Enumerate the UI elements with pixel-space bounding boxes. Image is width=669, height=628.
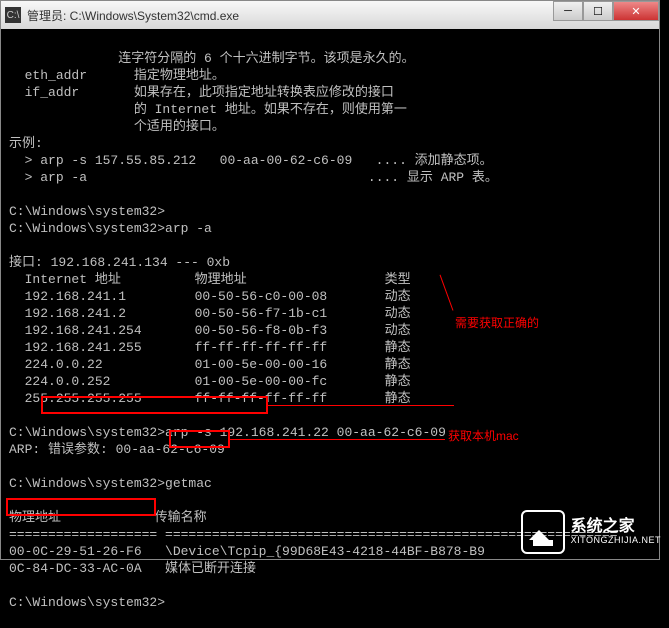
example2-desc: .... 显示 ARP 表。 [368, 170, 498, 185]
arp-type: 动态 [385, 322, 411, 339]
arp-type: 静态 [385, 339, 411, 356]
arp-mac: 01-00-5e-00-00-16 [195, 356, 385, 373]
arp-hdr-type: 类型 [385, 271, 411, 288]
arp-mac: 01-00-5e-00-00-fc [195, 373, 385, 390]
eth-addr-label: eth_addr [25, 68, 87, 83]
titlebar[interactable]: C:\ 管理员: C:\Windows\System32\cmd.exe ─ ☐… [1, 1, 659, 29]
arp-error: ARP: 错误参数: 00-aa-62-c6-09 [9, 442, 225, 457]
if-addr-desc: 如果存在，此项指定地址转换表应修改的接口 [134, 85, 394, 100]
arp-hdr-ip: Internet 地址 [25, 271, 195, 288]
getmac-transport1: \Device\Tcpip_{99D68E43-4218-44BF-B878-B… [165, 544, 485, 559]
if-addr-desc2: 的 Internet 地址。如果不存在，则使用第一 [134, 102, 407, 117]
getmac-mac2: 0C-84-DC-33-AC-0A [9, 561, 142, 576]
examples-header: 示例: [9, 136, 43, 151]
arp-ip: 192.168.241.255 [25, 339, 195, 356]
arp-ip: 192.168.241.254 [25, 322, 195, 339]
window-controls: ─ ☐ ✕ [553, 1, 659, 21]
arp-type: 动态 [385, 288, 411, 305]
arp-type: 静态 [385, 390, 411, 407]
maximize-button[interactable]: ☐ [583, 1, 613, 21]
prompt-arp-a: C:\Windows\system32>arp -a [9, 221, 212, 236]
getmac-mac1: 00-0C-29-51-26-F6 [9, 544, 142, 559]
arp-mac: ff-ff-ff-ff-ff-ff [195, 339, 385, 356]
getmac-hdr-transport: 传输名称 [155, 510, 207, 525]
prompt: C:\Windows\system32> [9, 204, 165, 219]
example1-desc: .... 添加静态项。 [376, 153, 493, 168]
arp-ip: 192.168.241.1 [25, 288, 195, 305]
prompt: C:\Windows\system32> [9, 595, 165, 610]
example2-cmd: > arp -a [25, 170, 87, 185]
arp-ip: 192.168.241.2 [25, 305, 195, 322]
arp-mac: 00-50-56-c0-00-08 [195, 288, 385, 305]
example1-cmd: > arp -s 157.55.85.212 00-aa-00-62-c6-09 [25, 153, 353, 168]
help-line: 连字符分隔的 6 个十六进制字节。该项是永久的。 [9, 51, 415, 66]
terminal-output[interactable]: 连字符分隔的 6 个十六进制字节。该项是永久的。 eth_addr 指定物理地址… [1, 29, 659, 559]
window-title: 管理员: C:\Windows\System32\cmd.exe [27, 7, 239, 24]
close-button[interactable]: ✕ [613, 1, 659, 21]
cmd-window: C:\ 管理员: C:\Windows\System32\cmd.exe ─ ☐… [0, 0, 660, 560]
eth-addr-desc: 指定物理地址。 [134, 68, 225, 83]
prompt-arp-s: C:\Windows\system32>arp -s 192.168.241.2… [9, 425, 446, 440]
arp-ip: 224.0.0.252 [25, 373, 195, 390]
cmd-icon: C:\ [5, 7, 21, 23]
getmac-transport2: 媒体已断开连接 [165, 561, 256, 576]
arp-mac: 00-50-56-f8-0b-f3 [195, 322, 385, 339]
arp-type: 动态 [385, 305, 411, 322]
arp-ip: 255.255.255.255 [25, 390, 195, 407]
if-addr-label: if_addr [25, 85, 80, 100]
if-addr-desc3: 个适用的接口。 [134, 119, 225, 134]
arp-type: 静态 [385, 356, 411, 373]
prompt-getmac: C:\Windows\system32>getmac [9, 476, 212, 491]
getmac-hdr-mac: 物理地址 [9, 510, 61, 525]
arp-ip: 224.0.0.22 [25, 356, 195, 373]
arp-hdr-mac: 物理地址 [195, 271, 385, 288]
arp-mac: ff-ff-ff-ff-ff-ff [195, 390, 385, 407]
getmac-divider: =================== ====================… [9, 527, 618, 542]
arp-mac: 00-50-56-f7-1b-c1 [195, 305, 385, 322]
arp-interface: 接口: 192.168.241.134 --- 0xb [9, 255, 230, 270]
arp-type: 静态 [385, 373, 411, 390]
minimize-button[interactable]: ─ [553, 1, 583, 21]
